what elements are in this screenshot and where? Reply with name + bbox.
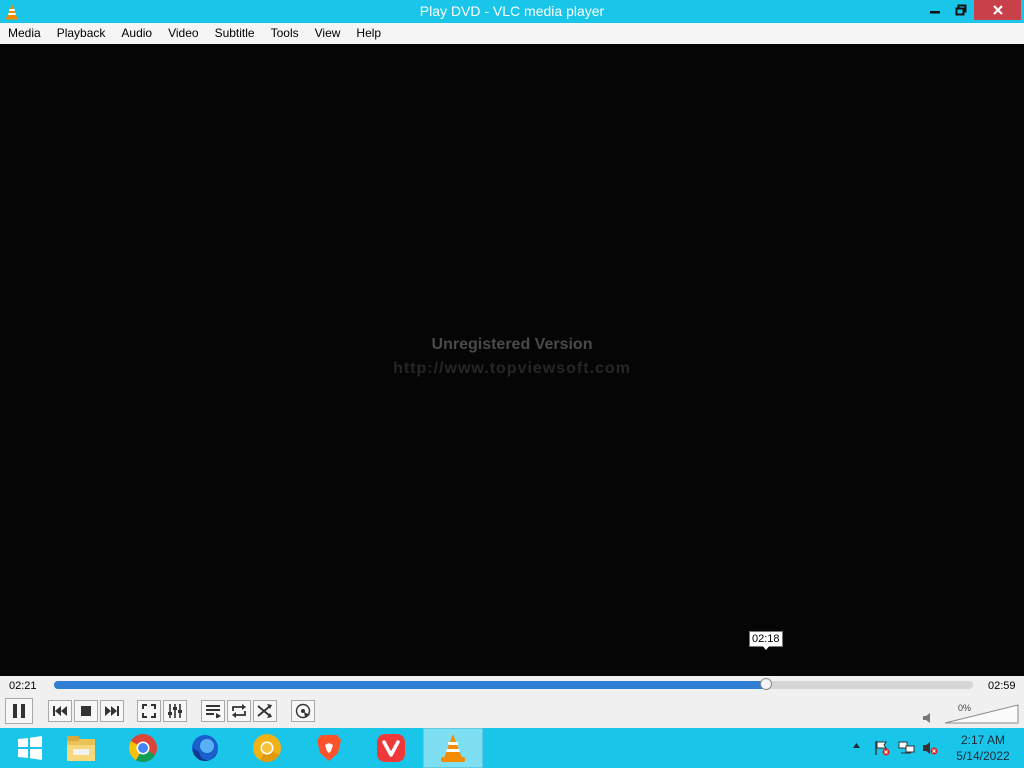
fullscreen-icon <box>142 704 156 718</box>
time-total[interactable]: 02:59 <box>988 680 1016 692</box>
playlist-icon <box>206 705 221 718</box>
shuffle-icon <box>257 704 272 718</box>
restore-icon <box>955 4 967 16</box>
pause-icon <box>13 704 25 718</box>
frame-by-frame-icon <box>295 703 311 719</box>
minimize-icon <box>929 11 940 14</box>
menu-tools[interactable]: Tools <box>263 23 307 44</box>
pause-button[interactable] <box>5 698 33 724</box>
restore-button[interactable] <box>948 0 974 20</box>
extended-settings-icon <box>168 704 182 718</box>
close-icon <box>992 5 1003 15</box>
firefox-icon <box>192 735 218 762</box>
frame-by-frame-button[interactable] <box>291 700 315 722</box>
loop-icon <box>232 704 246 718</box>
vivaldi-icon <box>377 734 405 762</box>
window-title: Play DVD - VLC media player <box>419 3 605 19</box>
stop-button[interactable] <box>74 700 98 722</box>
seek-bar-fill <box>54 681 767 689</box>
taskbar: 2:17 AM 5/14/2022 <box>0 728 1024 768</box>
shuffle-button[interactable] <box>253 700 277 722</box>
speaker-icon[interactable] <box>922 712 934 724</box>
taskbar-chrome-canary[interactable] <box>237 728 297 768</box>
menu-audio[interactable]: Audio <box>113 23 160 44</box>
volume-muted-icon[interactable] <box>922 740 938 756</box>
volume-label: 0% <box>958 703 972 713</box>
action-center-flag-icon[interactable] <box>874 740 890 756</box>
watermark-url: http://www.topviewsoft.com <box>393 360 631 377</box>
next-icon <box>105 706 119 716</box>
menu-video[interactable]: Video <box>160 23 206 44</box>
menu-subtitle[interactable]: Subtitle <box>207 23 263 44</box>
title-bar: Play DVD - VLC media player <box>0 0 1024 23</box>
taskbar-file-explorer[interactable] <box>51 728 111 768</box>
vlc-icon <box>441 734 465 762</box>
watermark-title: Unregistered Version <box>431 336 593 353</box>
volume-slider[interactable] <box>944 703 1020 725</box>
brave-icon <box>317 735 341 761</box>
previous-icon <box>53 706 67 716</box>
taskbar-chrome[interactable] <box>113 728 173 768</box>
seek-tooltip-pointer <box>762 645 770 650</box>
playback-controls: 02:21 02:59 0% <box>0 676 1024 728</box>
seek-bar[interactable] <box>54 681 973 689</box>
loop-button[interactable] <box>227 700 251 722</box>
close-button[interactable] <box>974 0 1021 20</box>
video-area[interactable]: Unregistered Version http://www.topviews… <box>0 44 1024 676</box>
clock-time: 2:17 AM <box>960 733 1006 747</box>
file-explorer-icon <box>67 736 95 761</box>
stop-icon <box>81 706 91 716</box>
playlist-button[interactable] <box>201 700 225 722</box>
system-clock[interactable]: 2:17 AM 5/14/2022 <box>948 732 1018 764</box>
menu-view[interactable]: View <box>307 23 349 44</box>
windows-start-icon <box>18 736 42 760</box>
extended-settings-button[interactable] <box>163 700 187 722</box>
previous-button[interactable] <box>48 700 72 722</box>
menu-playback[interactable]: Playback <box>49 23 114 44</box>
menu-media[interactable]: Media <box>0 23 49 44</box>
taskbar-vivaldi[interactable] <box>361 728 421 768</box>
taskbar-firefox[interactable] <box>175 728 235 768</box>
clock-date: 5/14/2022 <box>956 749 1010 763</box>
next-button[interactable] <box>100 700 124 722</box>
menu-bar: Media Playback Audio Video Subtitle Tool… <box>0 23 1024 44</box>
fullscreen-button[interactable] <box>137 700 161 722</box>
chrome-icon <box>129 734 157 762</box>
taskbar-brave[interactable] <box>299 728 359 768</box>
show-hidden-icons-icon[interactable] <box>852 742 861 750</box>
taskbar-vlc[interactable] <box>423 728 483 768</box>
network-icon[interactable] <box>898 740 916 756</box>
minimize-button[interactable] <box>921 0 948 20</box>
menu-help[interactable]: Help <box>348 23 389 44</box>
time-elapsed[interactable]: 02:21 <box>9 680 37 692</box>
chrome-canary-icon <box>253 734 281 762</box>
